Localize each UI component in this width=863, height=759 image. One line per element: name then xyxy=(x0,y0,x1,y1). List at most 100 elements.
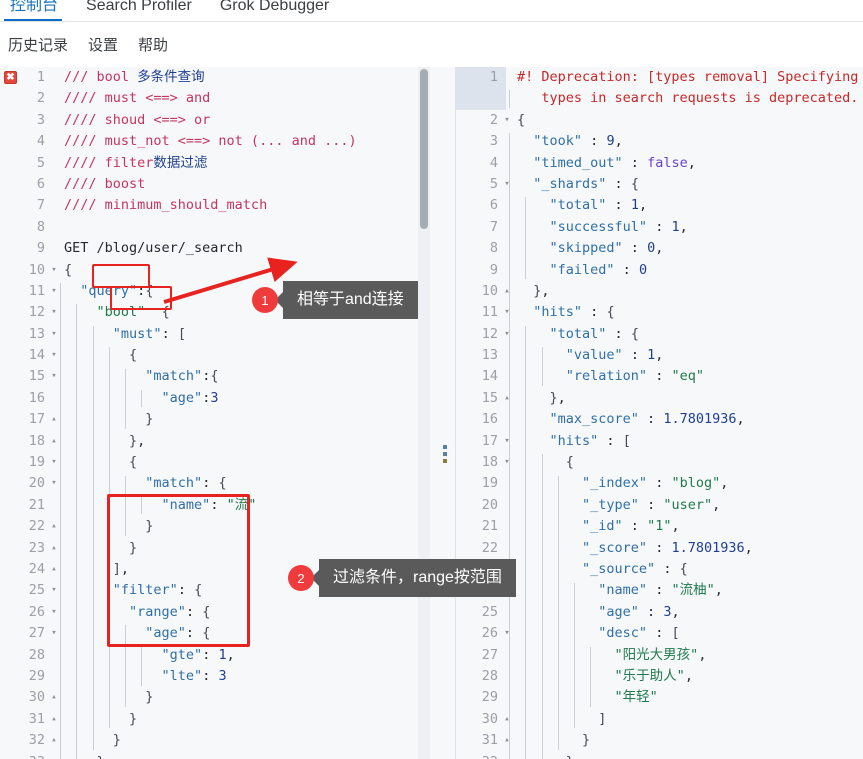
fold-toggle-icon[interactable]: ▾ xyxy=(47,473,61,494)
line-source: { xyxy=(64,261,73,278)
line-source: //// boost xyxy=(64,175,146,192)
line-number: 27 xyxy=(481,646,498,663)
response-viewer-pane[interactable]: 1 #! Deprecation: [types removal] Specify… xyxy=(456,67,863,759)
menu-item-help[interactable]: 帮助 xyxy=(138,34,168,55)
line-number: 1 xyxy=(489,69,498,85)
code-line: 26 ▾ "desc" : [ xyxy=(457,623,863,644)
line-number: 26 xyxy=(28,603,45,620)
annotation-callout-2: 2 过滤条件，range按范围 xyxy=(288,558,516,598)
annotation-badge-2: 2 xyxy=(288,565,314,591)
response-viewer-code[interactable]: 1 #! Deprecation: [types removal] Specify… xyxy=(456,67,863,759)
fold-toggle-icon[interactable]: ▴ xyxy=(500,730,514,751)
line-source: types in search requests is deprecated. xyxy=(517,90,859,107)
code-line: 32▴ } xyxy=(4,730,436,751)
fold-toggle-icon[interactable]: ▾ xyxy=(500,110,514,131)
line-number: 22 xyxy=(28,518,45,535)
fold-toggle-icon[interactable]: ▾ xyxy=(47,260,61,281)
line-source: "_shards" : { xyxy=(533,175,639,192)
fold-toggle-icon[interactable]: ▾ xyxy=(47,623,61,644)
line-number: 5 xyxy=(489,175,498,192)
fold-toggle-icon[interactable]: ▴ xyxy=(47,409,61,430)
fold-toggle-icon[interactable]: ▾ xyxy=(500,324,514,345)
code-line: 32▴ } xyxy=(457,752,863,759)
line-number: 8 xyxy=(489,240,498,257)
code-line: 29 "年轻" xyxy=(457,687,863,708)
code-line: 17 ▾ "hits" : [ xyxy=(457,431,863,452)
code-line: 26 ▾ "range": { xyxy=(4,602,436,623)
line-number: 3 xyxy=(489,133,498,150)
line-source: "阳光大男孩", xyxy=(614,646,707,663)
request-editor-code[interactable]: 1 /// bool 多条件查询 2 //// must <==> and 3 //// … xyxy=(0,67,436,759)
line-number: 29 xyxy=(28,667,45,684)
line-source: "age" : 3, xyxy=(598,603,680,620)
line-number: 25 xyxy=(28,582,45,599)
line-source: "range": { xyxy=(129,603,211,620)
editor-panes: ✖ 1/// bool 多条件查询 2//// must <==> and 3///… xyxy=(0,67,863,759)
fold-toggle-icon[interactable]: ▾ xyxy=(47,345,61,366)
code-line: 9 "failed" : 0 xyxy=(457,260,863,281)
fold-toggle-icon[interactable]: ▾ xyxy=(47,452,61,473)
fold-toggle-icon[interactable]: ▾ xyxy=(47,580,61,601)
line-number: 7 xyxy=(36,197,45,214)
line-source: "desc" : [ xyxy=(598,625,680,642)
line-number: 27 xyxy=(28,625,45,642)
menu-item-settings[interactable]: 设置 xyxy=(88,34,118,55)
fold-toggle-icon[interactable]: ▴ xyxy=(500,752,514,759)
fold-toggle-icon[interactable]: ▾ xyxy=(500,452,514,473)
fold-toggle-icon[interactable]: ▴ xyxy=(47,516,61,537)
tab-grok-debugger[interactable]: Grok Debugger xyxy=(214,0,351,16)
indent-guide xyxy=(141,646,143,686)
code-line: 31 ▴ } xyxy=(4,709,436,730)
fold-toggle-icon[interactable]: ▾ xyxy=(47,602,61,623)
fold-toggle-icon[interactable]: ▾ xyxy=(47,324,61,345)
tab-search-profiler[interactable]: Search Profiler xyxy=(80,0,214,16)
fold-toggle-icon[interactable]: ▴ xyxy=(500,388,514,409)
line-source: "failed" : 0 xyxy=(549,261,648,278)
code-line: 10 ▴ }, xyxy=(457,281,863,302)
line-source: "年轻" xyxy=(614,689,658,706)
line-source: "_source" : { xyxy=(582,560,688,577)
fold-toggle-icon[interactable]: ▴ xyxy=(500,709,514,730)
fold-toggle-icon[interactable]: ▾ xyxy=(47,302,61,323)
request-editor-pane[interactable]: ✖ 1/// bool 多条件查询 2//// must <==> and 3///… xyxy=(0,67,436,759)
fold-toggle-icon[interactable]: ▴ xyxy=(47,709,61,730)
indent-guide xyxy=(108,604,110,729)
fold-toggle-icon[interactable]: ▴ xyxy=(47,687,61,708)
code-line: 27 ▾ "age": { xyxy=(4,623,436,644)
fold-toggle-icon[interactable]: ▾ xyxy=(500,302,514,323)
code-line: 23▾ "_source" : { xyxy=(457,559,863,580)
line-number: 22 xyxy=(481,539,498,556)
code-line: 19 ▾ { xyxy=(4,452,436,473)
pane-splitter[interactable] xyxy=(436,67,456,759)
fold-toggle-icon[interactable]: ▴ xyxy=(47,431,61,452)
line-source: "age": { xyxy=(145,625,211,642)
fold-toggle-icon[interactable]: ▾ xyxy=(500,623,514,644)
code-line: 7 //// minimum_should_match xyxy=(4,195,436,216)
fold-toggle-icon[interactable]: ▴ xyxy=(500,281,514,302)
fold-toggle-icon[interactable]: ▴ xyxy=(47,559,61,580)
tab-console-label: 控制台 xyxy=(10,0,59,14)
line-source: #! Deprecation: [types removal] Specifyi… xyxy=(517,69,859,85)
line-source: } xyxy=(514,752,863,759)
line-number: 7 xyxy=(489,218,498,235)
left-scrollbar-thumb[interactable] xyxy=(420,69,428,229)
line-number: 30 xyxy=(481,710,498,727)
code-line: 18 ▴ }, xyxy=(4,431,436,452)
line-number: 17 xyxy=(481,432,498,449)
fold-toggle-icon[interactable]: ▾ xyxy=(47,366,61,387)
menu-item-history[interactable]: 历史记录 xyxy=(8,34,68,55)
line-source: "_score" : 1.7801936, xyxy=(582,539,753,556)
line-source: //// filter数据过滤 xyxy=(64,154,208,171)
line-source: "age":3 xyxy=(161,389,219,406)
fold-toggle-icon[interactable]: ▾ xyxy=(500,431,514,452)
fold-toggle-icon[interactable]: ▾ xyxy=(47,281,61,302)
fold-toggle-icon[interactable]: ▾ xyxy=(500,174,514,195)
tab-console[interactable]: 控制台 xyxy=(4,0,80,21)
fold-toggle-icon[interactable]: ▴ xyxy=(47,730,61,751)
line-source: //// minimum_should_match xyxy=(64,197,268,214)
code-line: 15 ▾ "match":{ xyxy=(4,366,436,387)
fold-toggle-icon[interactable]: ▴ xyxy=(47,752,61,759)
line-number: 15 xyxy=(481,389,498,406)
fold-toggle-icon[interactable]: ▴ xyxy=(47,538,61,559)
splitter-handle-icon[interactable] xyxy=(443,445,447,463)
